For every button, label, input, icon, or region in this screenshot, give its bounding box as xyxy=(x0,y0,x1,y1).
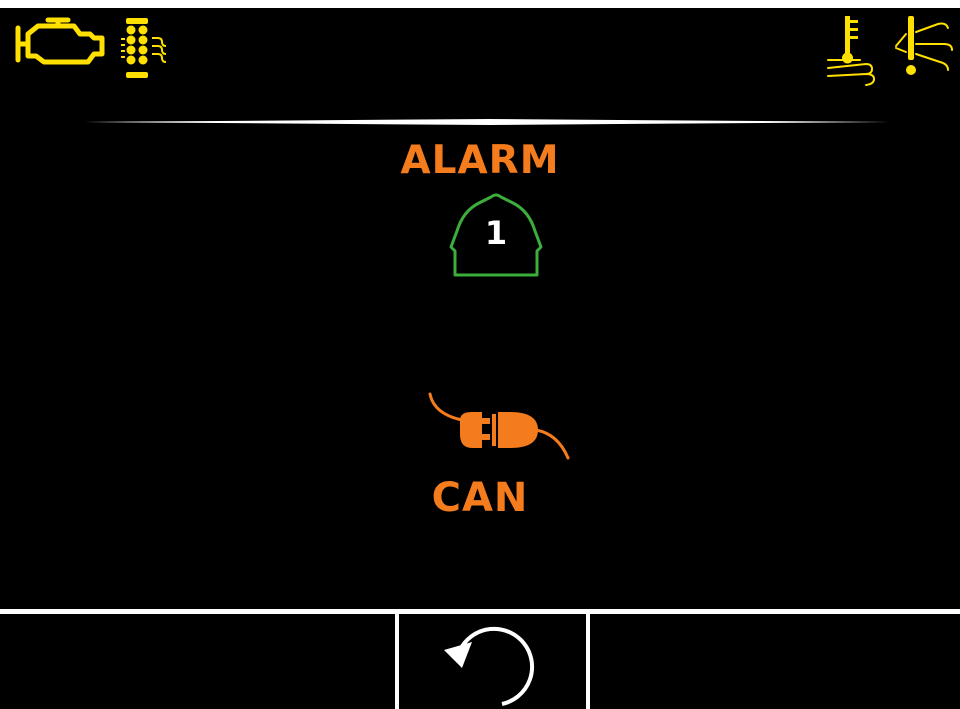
header-divider xyxy=(84,119,894,125)
can-label: CAN xyxy=(431,475,529,521)
can-connector-icon xyxy=(428,392,570,460)
exhaust-warning-icon xyxy=(895,16,953,75)
softkey-separator xyxy=(586,614,590,709)
softkey-right[interactable] xyxy=(591,614,960,709)
exhaust-temperature-icon xyxy=(827,16,876,86)
engine-check-icon xyxy=(15,17,105,65)
particulate-filter-icon xyxy=(121,18,167,78)
top-frame xyxy=(0,0,960,8)
alarm-number: 1 xyxy=(484,214,508,252)
back-arrow-icon xyxy=(444,626,535,706)
softkey-left[interactable] xyxy=(0,614,395,709)
status-bar xyxy=(0,8,960,98)
alarm-title: ALARM xyxy=(400,138,560,183)
